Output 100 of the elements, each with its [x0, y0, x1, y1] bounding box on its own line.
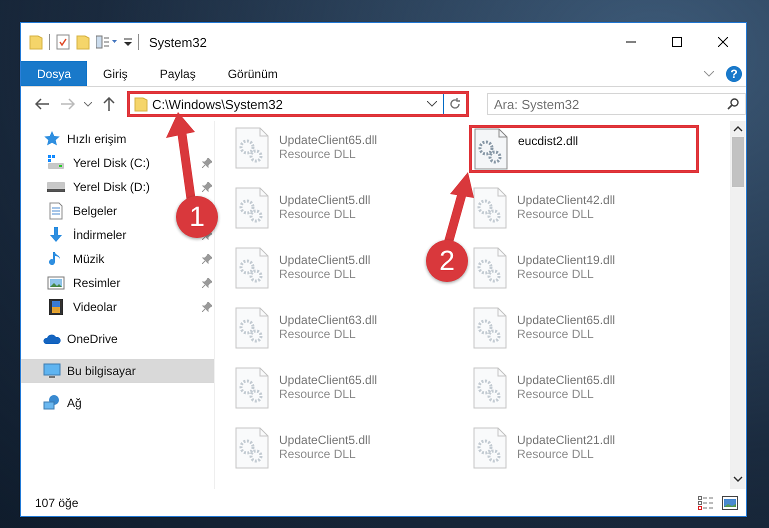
ribbon-tab[interactable]: Dosya: [21, 61, 88, 86]
address-path: C:\Windows\System32: [152, 96, 283, 112]
sidebar-item[interactable]: Bu bilgisayar: [21, 359, 214, 383]
new-folder-icon[interactable]: [76, 34, 90, 50]
help-button[interactable]: ?: [726, 66, 742, 82]
sidebar-item[interactable]: OneDrive: [21, 327, 214, 351]
file-item[interactable]: UpdateClient5.dll Resource DLL: [231, 185, 374, 231]
file-item[interactable]: UpdateClient63.dll Resource DLL: [231, 305, 382, 351]
dll-file-icon: [473, 247, 507, 289]
file-name: UpdateClient65.dll: [517, 373, 616, 387]
sidebar-item[interactable]: Yerel Disk (D:): [21, 175, 154, 199]
back-arrow-icon: [34, 98, 49, 110]
file-item[interactable]: UpdateClient5.dll Resource DLL: [231, 425, 374, 471]
file-type: Resource DLL: [279, 207, 357, 221]
file-name: UpdateClient65.dll: [279, 133, 378, 147]
dll-file-icon: [235, 307, 269, 349]
maximize-icon: [672, 37, 682, 47]
computer-icon: [43, 362, 61, 380]
dll-file-icon: [473, 307, 507, 349]
scroll-thumb[interactable]: [732, 137, 744, 187]
expand-ribbon-chevron-icon[interactable]: [704, 70, 714, 76]
dll-file-icon: [473, 187, 507, 229]
chevron-down-icon: [84, 102, 92, 106]
file-name: UpdateClient65.dll: [279, 373, 378, 387]
properties-check-icon[interactable]: [56, 34, 70, 50]
file-item[interactable]: UpdateClient65.dll Resource DLL: [469, 365, 620, 411]
downloads-icon: [47, 226, 65, 244]
search-field[interactable]: Ara: System32: [486, 93, 746, 115]
dll-file-icon: [473, 367, 507, 409]
file-type: Resource DLL: [279, 327, 357, 341]
sidebar-item[interactable]: Belgeler: [21, 199, 122, 223]
file-type: Resource DLL: [279, 267, 357, 281]
file-name: UpdateClient42.dll: [517, 193, 616, 207]
documents-icon: [47, 202, 65, 220]
file-type: Resource DLL: [279, 387, 357, 401]
sidebar-item[interactable]: İndirmeler: [21, 223, 130, 247]
refresh-icon: [448, 98, 461, 110]
ribbon-tab[interactable]: Paylaş: [144, 61, 212, 86]
file-type: Resource DLL: [517, 447, 595, 461]
dll-file-icon: [235, 367, 269, 409]
item-count: 107 öğe: [35, 496, 78, 510]
pin-icon[interactable]: [202, 302, 212, 312]
search-icon: [727, 98, 739, 110]
view-list-icon[interactable]: [96, 35, 118, 49]
network-icon: [43, 394, 61, 412]
file-item[interactable]: UpdateClient19.dll Resource DLL: [469, 245, 620, 291]
dll-file-icon: [473, 427, 507, 469]
details-view-icon[interactable]: [698, 496, 714, 510]
star-icon: [43, 130, 61, 148]
pin-icon[interactable]: [202, 182, 212, 192]
file-type: Resource DLL: [517, 267, 595, 281]
sidebar-item[interactable]: Videolar: [21, 295, 121, 319]
forward-arrow-icon: [60, 98, 75, 110]
pin-icon[interactable]: [202, 158, 212, 168]
pin-icon[interactable]: [202, 254, 212, 264]
file-name: UpdateClient5.dll: [279, 253, 370, 267]
dll-file-icon: [235, 247, 269, 289]
file-type: Resource DLL: [517, 387, 595, 401]
file-name: UpdateClient21.dll: [517, 433, 616, 447]
file-name: UpdateClient65.dll: [517, 313, 616, 327]
file-item[interactable]: UpdateClient5.dll Resource DLL: [231, 245, 374, 291]
file-name: eucdist2.dll: [518, 134, 578, 148]
file-type: Resource DLL: [279, 147, 357, 161]
folder-icon[interactable]: [29, 34, 43, 50]
file-item[interactable]: UpdateClient65.dll Resource DLL: [231, 125, 382, 171]
system-drive-icon: [47, 154, 65, 172]
dll-file-icon: [235, 427, 269, 469]
dropdown-chevron-icon[interactable]: [426, 101, 437, 107]
dll-file-icon: [474, 128, 508, 170]
customize-caret-icon[interactable]: [124, 37, 132, 47]
sidebar-item[interactable]: Yerel Disk (C:): [21, 151, 154, 175]
address-bar[interactable]: C:\Windows\System32: [127, 91, 469, 117]
file-type: Resource DLL: [517, 327, 595, 341]
dll-file-icon: [235, 187, 269, 229]
close-icon: [718, 37, 728, 47]
sidebar-item[interactable]: Hızlı erişim: [21, 127, 214, 151]
file-item[interactable]: UpdateClient21.dll Resource DLL: [469, 425, 620, 471]
sidebar-item[interactable]: Resimler: [21, 271, 124, 295]
ribbon-tab[interactable]: Giriş: [87, 61, 144, 86]
up-arrow-icon: [103, 97, 116, 111]
pin-icon[interactable]: [202, 278, 212, 288]
file-item[interactable]: UpdateClient65.dll Resource DLL: [469, 305, 620, 351]
pictures-icon: [47, 274, 65, 292]
file-name: UpdateClient19.dll: [517, 253, 616, 267]
folder-icon: [134, 96, 148, 112]
file-item[interactable]: UpdateClient42.dll Resource DLL: [469, 185, 620, 231]
ribbon-tab[interactable]: Görünüm: [212, 61, 294, 86]
window-title: System32: [149, 34, 208, 50]
file-type: Resource DLL: [517, 207, 595, 221]
vertical-scrollbar[interactable]: [730, 121, 746, 489]
sidebar-item[interactable]: Ağ: [21, 391, 214, 415]
file-type: Resource DLL: [279, 447, 357, 461]
videos-icon: [47, 298, 65, 316]
dll-file-icon: [235, 127, 269, 169]
file-item[interactable]: eucdist2.dll: [469, 125, 699, 173]
file-item[interactable]: UpdateClient65.dll Resource DLL: [231, 365, 382, 411]
large-icons-view-icon[interactable]: [722, 496, 738, 510]
file-name: UpdateClient5.dll: [279, 193, 370, 207]
file-name: UpdateClient63.dll: [279, 313, 378, 327]
sidebar-item[interactable]: Müzik: [21, 247, 108, 271]
